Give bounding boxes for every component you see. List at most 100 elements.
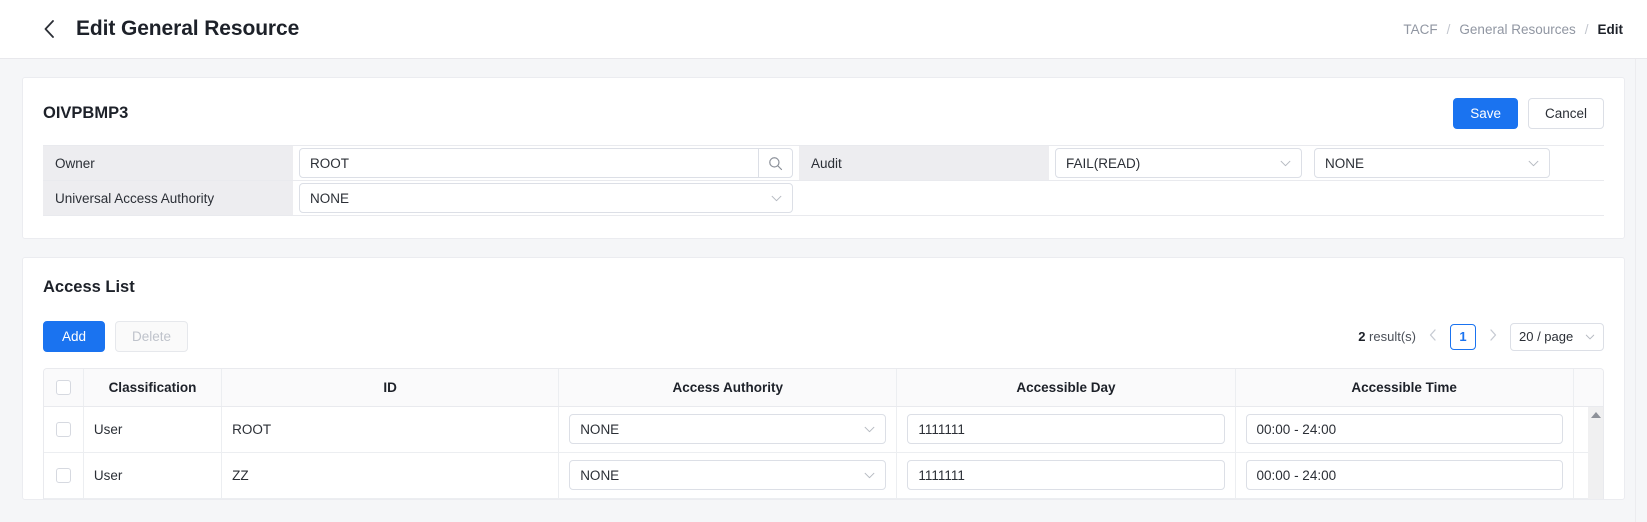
accessible-day-input[interactable]: 1111111	[907, 460, 1224, 490]
top-header-bar: Edit General Resource TACF / General Res…	[0, 0, 1647, 59]
table-row: User ROOT NONE 1111	[44, 406, 1603, 452]
cell-accessible-day: 1111111	[897, 452, 1235, 498]
property-row-universal-access-authority: Universal Access Authority NONE	[43, 181, 1604, 216]
owner-input-value: ROOT	[310, 156, 349, 171]
page-size-select[interactable]: 20 / page	[1510, 323, 1604, 351]
owner-input[interactable]: ROOT	[299, 148, 793, 178]
page-size-value: 20 / page	[1519, 329, 1573, 344]
universal-access-authority-label: Universal Access Authority	[43, 181, 293, 215]
access-list-title: Access List	[43, 278, 1604, 297]
breadcrumb: TACF / General Resources / Edit	[1403, 22, 1623, 37]
property-row-spacer	[799, 181, 1604, 215]
access-list-table-wrapper: Classification ID Access Authority Acces…	[43, 368, 1604, 499]
resource-property-grid: Owner ROOT Audit	[43, 145, 1604, 216]
chevron-left-icon	[1429, 329, 1437, 341]
row-checkbox[interactable]	[56, 468, 71, 483]
table-head: Classification ID Access Authority Acces…	[44, 369, 1603, 406]
resource-name: OIVPBMP3	[43, 104, 128, 123]
resource-card: OIVPBMP3 Save Cancel Owner ROOT	[22, 77, 1625, 239]
cell-id: ZZ	[222, 452, 559, 498]
audit-select-2[interactable]: NONE	[1314, 148, 1550, 178]
access-list-table: Classification ID Access Authority Acces…	[44, 369, 1603, 499]
breadcrumb-item-general-resources[interactable]: General Resources	[1459, 22, 1575, 37]
accessible-day-input[interactable]: 1111111	[907, 414, 1224, 444]
pagination-prev-button[interactable]	[1426, 329, 1440, 344]
accessible-time-value: 00:00 - 24:00	[1257, 422, 1337, 437]
cell-classification: User	[83, 452, 221, 498]
audit-select-1-value: FAIL(READ)	[1066, 156, 1140, 171]
resource-header: OIVPBMP3 Save Cancel	[43, 98, 1604, 145]
page-vertical-scrollbar[interactable]	[1635, 59, 1647, 522]
accessible-day-value: 1111111	[918, 468, 965, 483]
chevron-right-icon	[1489, 329, 1497, 341]
scroll-up-arrow-icon[interactable]	[1591, 412, 1601, 418]
chevron-down-icon	[1518, 160, 1539, 167]
audit-label: Audit	[799, 146, 1049, 180]
chevron-down-icon	[854, 472, 875, 479]
chevron-left-icon	[44, 20, 55, 38]
audit-select-2-value: NONE	[1325, 156, 1364, 171]
page-title: Edit General Resource	[76, 17, 299, 41]
chevron-down-icon	[854, 426, 875, 433]
breadcrumb-item-edit: Edit	[1598, 22, 1624, 37]
table-row: User ZZ NONE 111111	[44, 452, 1603, 498]
universal-access-authority-field-cell: NONE	[293, 181, 799, 215]
search-icon	[768, 156, 783, 171]
chevron-down-icon	[761, 195, 782, 202]
breadcrumb-item-tacf[interactable]: TACF	[1403, 22, 1437, 37]
back-button[interactable]	[38, 18, 60, 40]
row-select-cell	[44, 406, 83, 452]
owner-field-cell: ROOT	[293, 146, 799, 180]
save-button[interactable]: Save	[1453, 98, 1518, 129]
cancel-button[interactable]: Cancel	[1528, 98, 1604, 129]
result-count-suffix: result(s)	[1369, 329, 1416, 344]
cell-accessible-time: 00:00 - 24:00	[1235, 406, 1573, 452]
property-row-owner-audit: Owner ROOT Audit	[43, 146, 1604, 181]
result-count-number: 2	[1358, 329, 1365, 344]
audit-select-1[interactable]: FAIL(READ)	[1055, 148, 1302, 178]
delete-button: Delete	[115, 321, 188, 352]
access-authority-value: NONE	[580, 422, 619, 437]
access-list-card: Access List Add Delete 2 result(s) 1	[22, 257, 1625, 500]
accessible-day-value: 1111111	[918, 422, 965, 437]
toolbar-buttons: Add Delete	[43, 321, 188, 352]
table-header-row: Classification ID Access Authority Acces…	[44, 369, 1603, 406]
select-all-checkbox[interactable]	[56, 380, 71, 395]
cell-accessible-time: 00:00 - 24:00	[1235, 452, 1573, 498]
access-authority-select[interactable]: NONE	[569, 414, 886, 444]
scrollbar-gutter-header	[1573, 369, 1603, 406]
chevron-down-icon	[1575, 334, 1595, 340]
audit-field-cell-2: NONE	[1308, 146, 1556, 180]
column-header-access-authority: Access Authority	[559, 369, 897, 406]
column-header-accessible-time: Accessible Time	[1235, 369, 1573, 406]
universal-access-authority-value: NONE	[310, 191, 349, 206]
column-header-id: ID	[222, 369, 559, 406]
breadcrumb-separator: /	[1585, 22, 1589, 37]
page-body: OIVPBMP3 Save Cancel Owner ROOT	[0, 59, 1647, 500]
access-authority-select[interactable]: NONE	[569, 460, 886, 490]
owner-label: Owner	[43, 146, 293, 180]
pagination: 2 result(s) 1 20 / page	[1358, 323, 1604, 351]
select-all-header	[44, 369, 83, 406]
owner-search-button[interactable]	[758, 149, 792, 177]
pagination-page-1[interactable]: 1	[1450, 324, 1476, 350]
row-checkbox[interactable]	[56, 422, 71, 437]
access-list-toolbar: Add Delete 2 result(s) 1	[43, 321, 1604, 352]
add-button[interactable]: Add	[43, 321, 105, 352]
pagination-next-button[interactable]	[1486, 329, 1500, 344]
cell-accessible-day: 1111111	[897, 406, 1235, 452]
column-header-classification: Classification	[83, 369, 221, 406]
table-body: User ROOT NONE 1111	[44, 406, 1603, 498]
chevron-down-icon	[1270, 160, 1291, 167]
result-count: 2 result(s)	[1358, 329, 1416, 344]
cell-id: ROOT	[222, 406, 559, 452]
resource-actions: Save Cancel	[1453, 98, 1604, 129]
column-header-accessible-day: Accessible Day	[897, 369, 1235, 406]
breadcrumb-separator: /	[1447, 22, 1451, 37]
accessible-time-input[interactable]: 00:00 - 24:00	[1246, 414, 1563, 444]
universal-access-authority-select[interactable]: NONE	[299, 183, 793, 213]
accessible-time-value: 00:00 - 24:00	[1257, 468, 1337, 483]
accessible-time-input[interactable]: 00:00 - 24:00	[1246, 460, 1563, 490]
table-vertical-scrollbar[interactable]	[1588, 407, 1603, 499]
cell-access-authority: NONE	[559, 452, 897, 498]
